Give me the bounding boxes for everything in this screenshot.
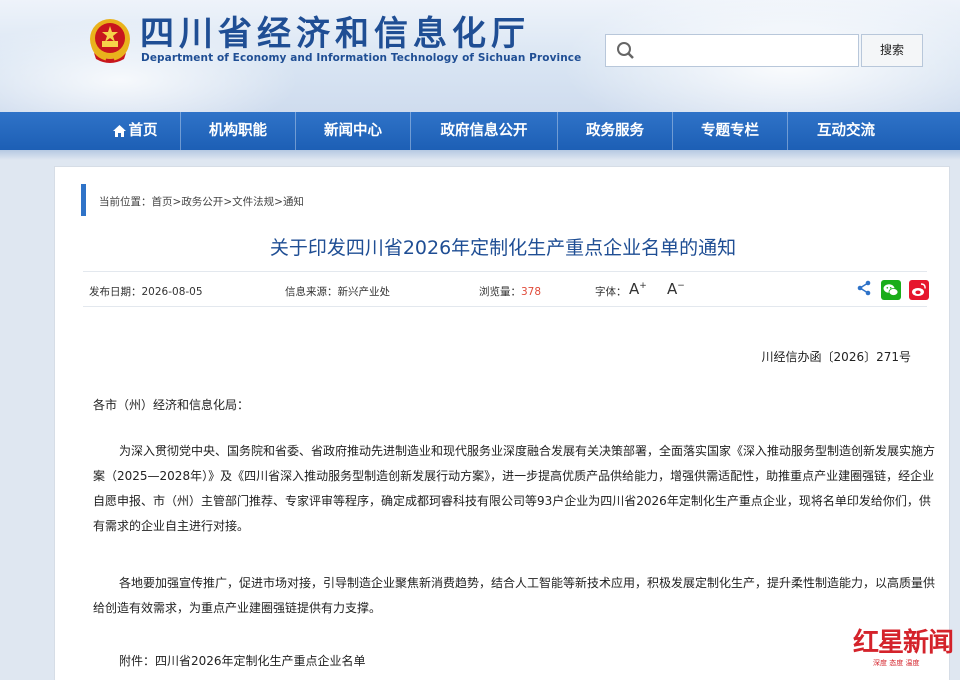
breadcrumb: 当前位置：首页>政务公开>文件法规>通知 <box>99 194 304 209</box>
info-source: 信息来源：新兴产业处 <box>285 284 390 299</box>
nav-shadow <box>0 150 960 160</box>
nav-item-services[interactable]: 政务服务 <box>558 112 672 150</box>
search-icon <box>617 42 634 59</box>
article-paragraph: 各地要加强宣传推广，促进市场对接，引导制造企业聚焦新消费趋势，结合人工智能等新技… <box>93 571 941 621</box>
nav-item-functions[interactable]: 机构职能 <box>181 112 295 150</box>
site-title-english: Department of Economy and Information Te… <box>141 52 582 64</box>
salutation: 各市（州）经济和信息化局： <box>93 398 250 412</box>
search-button[interactable]: 搜索 <box>861 34 923 67</box>
publish-date-label: 发布日期： <box>89 286 142 298</box>
search-box <box>605 34 859 67</box>
breadcrumb-prefix: 当前位置： <box>99 196 152 208</box>
view-count-value: 378 <box>521 286 542 298</box>
view-count-label: 浏览量： <box>479 286 521 298</box>
font-decrease-button[interactable]: A− <box>667 280 685 298</box>
nav-item-label: 首页 <box>128 123 158 139</box>
info-source-label: 信息来源： <box>285 286 338 298</box>
info-source-value: 新兴产业处 <box>337 286 391 298</box>
nav-item-home[interactable]: 首页 <box>90 112 180 150</box>
site-title[interactable]: 四川省经济和信息化厅 <box>140 12 530 56</box>
font-size-label: 字体： <box>595 286 627 298</box>
watermark-subtext: 深度 态度 温度 <box>873 659 920 667</box>
breadcrumb-separator: > <box>274 196 283 208</box>
nav-item-topics[interactable]: 专题专栏 <box>673 112 787 150</box>
breadcrumb-link-gov-affairs[interactable]: 政务公开 <box>181 196 223 208</box>
article-paragraph: 为深入贯彻党中央、国务院和省委、省政府推动先进制造业和现代服务业深度融合发展有关… <box>93 439 941 539</box>
site-header: 四川省经济和信息化厅 Department of Economy and Inf… <box>0 0 960 112</box>
publish-date: 发布日期：2026-08-05 <box>89 284 203 299</box>
font-increase-button[interactable]: A+ <box>629 280 647 298</box>
nav-item-interaction[interactable]: 互动交流 <box>788 112 904 150</box>
national-emblem-icon[interactable] <box>88 17 132 63</box>
paragraph-text: 为深入贯彻党中央、国务院和省委、省政府推动先进制造业和现代服务业深度融合发展有关… <box>93 444 936 533</box>
attachment-link[interactable]: 附件：四川省2026年定制化生产重点企业名单 <box>119 652 366 669</box>
breadcrumb-link-regulations[interactable]: 文件法规 <box>232 196 274 208</box>
weibo-icon[interactable] <box>909 280 929 300</box>
search-input[interactable] <box>642 39 852 63</box>
nav-item-gov-info[interactable]: 政府信息公开 <box>411 112 557 150</box>
view-count: 浏览量：378 <box>479 284 541 299</box>
document-number: 川经信办函〔2026〕271号 <box>761 350 911 364</box>
breadcrumb-link-home[interactable]: 首页 <box>152 196 173 208</box>
nav-item-news[interactable]: 新闻中心 <box>296 112 410 150</box>
article-card: 当前位置：首页>政务公开>文件法规>通知 关于印发四川省2026年定制化生产重点… <box>54 166 950 680</box>
paragraph-text: 各地要加强宣传推广，促进市场对接，引导制造企业聚焦新消费趋势，结合人工智能等新技… <box>93 576 936 615</box>
wechat-icon[interactable] <box>881 280 901 300</box>
share-icon[interactable] <box>856 280 872 296</box>
home-icon <box>112 125 126 137</box>
breadcrumb-marker <box>81 184 86 216</box>
article-meta: 发布日期：2026-08-05 信息来源：新兴产业处 浏览量：378 字体： A… <box>83 271 929 307</box>
article-title: 关于印发四川省2026年定制化生产重点企业名单的通知 <box>269 237 737 259</box>
breadcrumb-separator: > <box>223 196 233 208</box>
publish-date-value: 2026-08-05 <box>141 286 203 298</box>
main-nav: 首页 机构职能 新闻中心 政府信息公开 政务服务 专题专栏 互动交流 <box>0 112 960 150</box>
breadcrumb-separator: > <box>172 196 182 208</box>
watermark-text: 红星新闻 <box>853 628 954 658</box>
breadcrumb-link-notices[interactable]: 通知 <box>283 196 304 208</box>
news-watermark-logo: 红星新闻 深度 态度 温度 <box>845 622 957 678</box>
